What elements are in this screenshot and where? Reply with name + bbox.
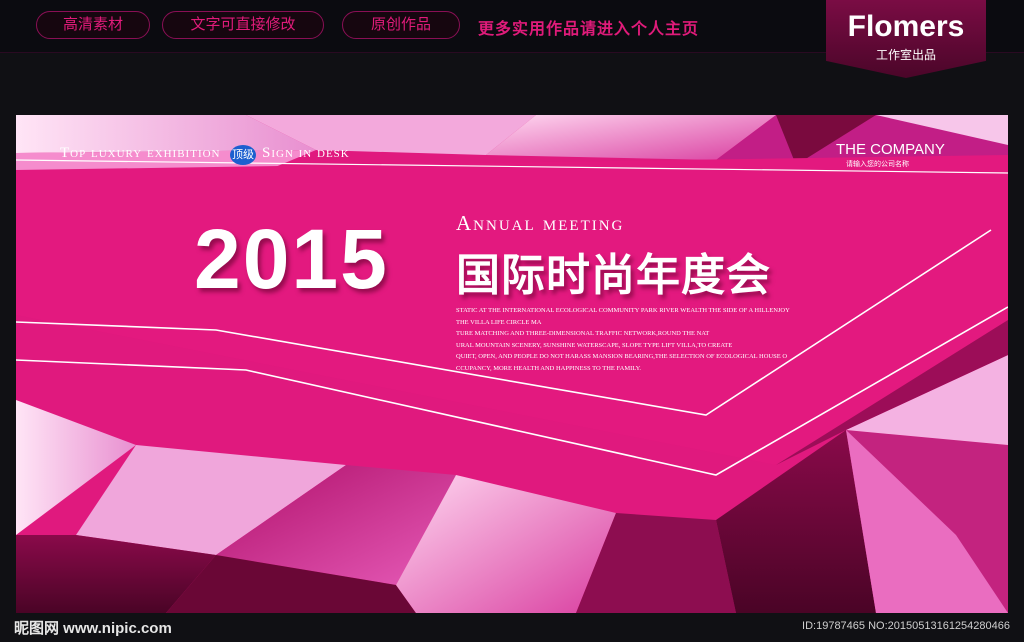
company-name: THE COMPANY: [836, 141, 945, 158]
annual-meeting-text: Annual meeting: [456, 211, 625, 235]
description-line: URAL MOUNTAIN SCENERY, SUNSHINE WATERSCA…: [456, 341, 733, 349]
company-subtitle: 请输入您的公司名称: [846, 161, 909, 168]
brand-name: Flomers: [847, 10, 965, 43]
image-id-text: ID:19787465 NO:20150513161254280466: [802, 620, 1010, 632]
event-title: 国际时尚年度会: [456, 251, 771, 300]
top-badge: 顶级: [230, 145, 256, 165]
top-luxury-exhibition-text: Top luxury exhibition: [60, 145, 221, 161]
description-line: CCUPANCY, MORE HEALTH AND HAPPINESS TO T…: [456, 364, 642, 372]
year-heading: 2015: [194, 212, 389, 306]
description-line: THE VILLA LIFE CIRCLE MA: [456, 318, 542, 326]
description-text: STATIC AT THE INTERNATIONAL ECOLOGICAL C…: [456, 305, 856, 374]
original-work-tag: 原创作品: [342, 11, 460, 39]
homepage-tagline: 更多实用作品请进入个人主页: [478, 21, 700, 38]
description-line: QUIET, OPEN, AND PEOPLE DO NOT HARASS MA…: [456, 353, 788, 360]
editable-text-tag: 文字可直接修改: [162, 11, 324, 39]
description-line: STATIC AT THE INTERNATIONAL ECOLOGICAL C…: [456, 307, 790, 314]
nipic-watermark: 昵图网 www.nipic.com: [14, 620, 172, 637]
brand-badge: Flomers 工作室出品: [826, 0, 986, 78]
sign-in-desk-text: Sign in desk: [262, 145, 350, 161]
hd-material-tag: 高清素材: [36, 11, 150, 39]
description-line: TURE MATCHING AND THREE-DIMENSIONAL TRAF…: [456, 330, 710, 337]
brand-subtitle: 工作室出品: [875, 48, 936, 62]
exhibition-banner: Top luxury exhibition 顶级 Sign in desk TH…: [16, 115, 1008, 613]
